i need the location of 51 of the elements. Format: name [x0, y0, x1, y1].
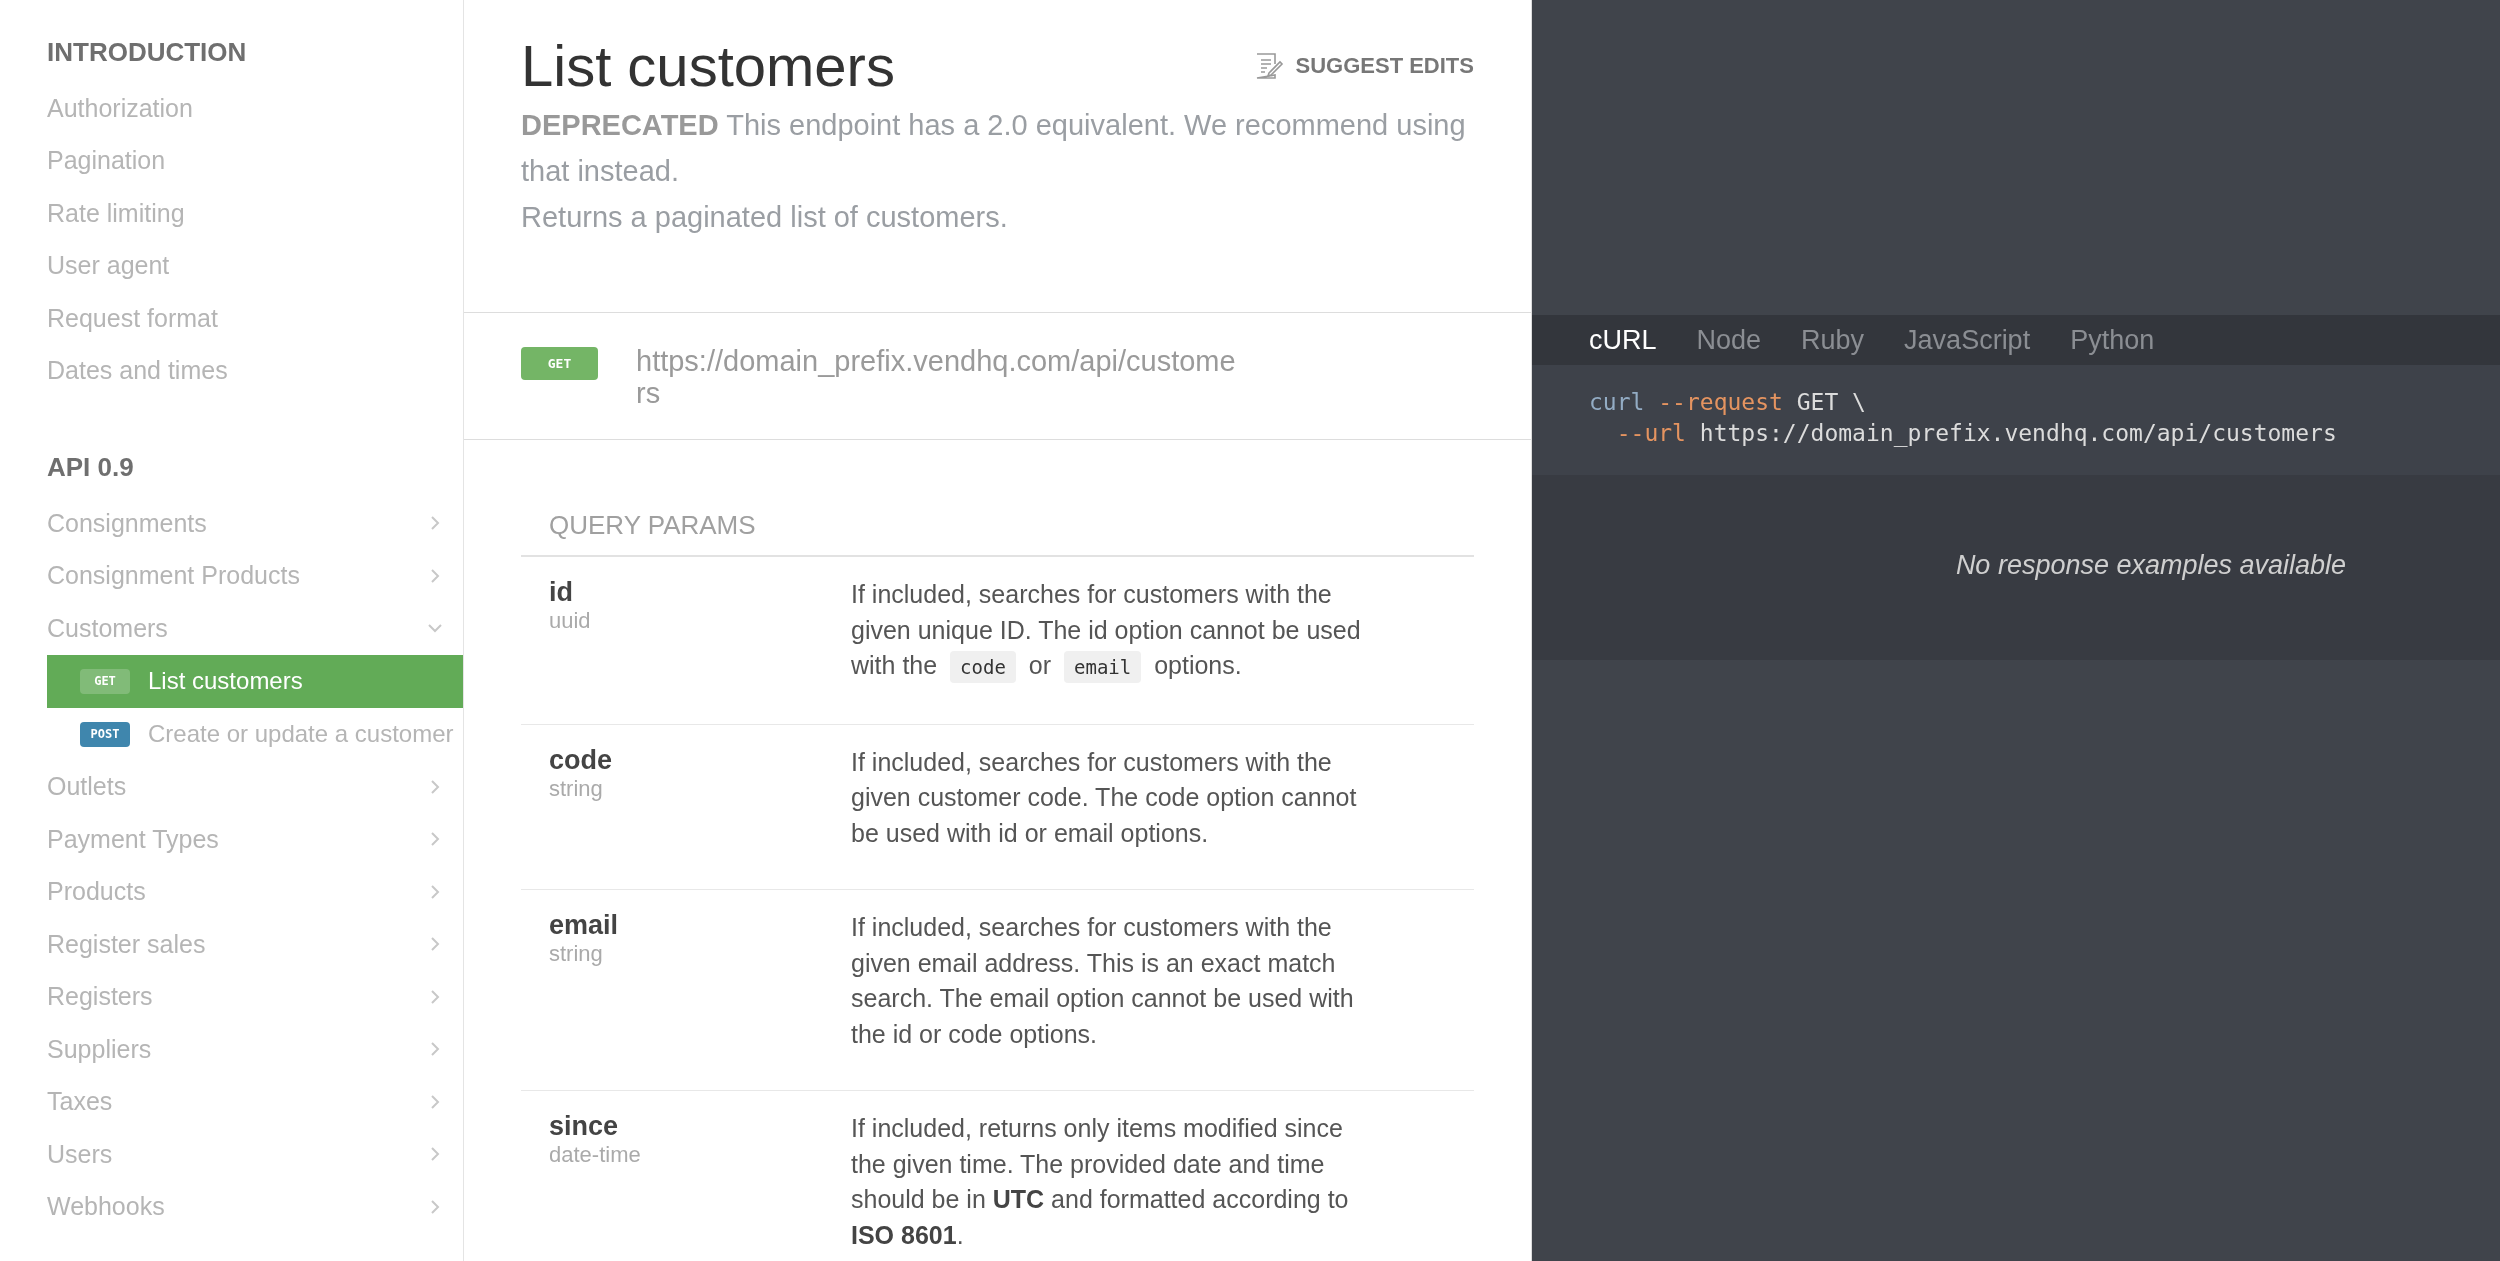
description-text: DEPRECATED This endpoint has a 2.0 equivalent. We recommend using that instead. — [521, 108, 1467, 189]
sidebar-group[interactable]: Registers — [0, 970, 463, 1023]
section-heading: API 0.9 — [46, 451, 134, 484]
sidebar-link[interactable]: Authorization — [47, 93, 193, 123]
language-tab[interactable]: Python — [2070, 324, 2155, 356]
sidebar-group[interactable]: Suppliers — [0, 1023, 463, 1076]
param-name: email — [549, 909, 620, 942]
param-description: If included, returns only items modified since the given time. The provided date and time should be in UTC and formatted according to ISO 8601. — [851, 1113, 1350, 1251]
param-name: code — [549, 743, 614, 777]
sidebar-group[interactable]: Payment Types — [0, 813, 463, 866]
method-badge: GET — [80, 668, 130, 694]
language-tab[interactable]: cURL — [1589, 324, 1657, 356]
description-text: Returns a paginated list of customers. — [521, 200, 1009, 235]
param-type: string — [549, 942, 604, 966]
section-heading: INTRODUCTION — [46, 36, 247, 69]
language-tab[interactable]: Ruby — [1801, 324, 1865, 356]
param-description: If included, searches for customers with the given customer code. The code option cannot be used with id or email options. — [851, 746, 1358, 849]
sidebar-group[interactable]: Outlets — [0, 760, 463, 813]
sidebar-link[interactable]: Request format — [47, 303, 218, 333]
sidebar-group[interactable]: Taxes — [0, 1075, 463, 1128]
sidebar-group[interactable]: Consignment Products — [0, 549, 463, 602]
sidebar-group[interactable]: Webhooks — [0, 1180, 463, 1233]
sidebar-link[interactable]: Pagination — [47, 146, 166, 176]
method-badge: GET — [521, 347, 598, 380]
sidebar-link[interactable]: Rate limiting — [47, 198, 185, 228]
param-type: string — [549, 776, 604, 801]
param-type: date-time — [549, 1143, 642, 1167]
language-tab[interactable]: JavaScript — [1904, 324, 2031, 356]
page-title: List customers — [521, 32, 895, 100]
sidebar-group[interactable]: Consignments — [0, 497, 463, 550]
param-description: If included, searches for customers with the given email address. This is an exact match search. The email option cannot be used with the id or code options. — [851, 912, 1355, 1050]
code-line: --url https://domain_prefix.vendhq.com/api/customers — [1615, 419, 2337, 449]
endpoint-url: https://domain_prefix.vendhq.com/api/customers — [636, 345, 1236, 409]
response-message: No response examples available — [1955, 550, 2347, 581]
code-line: curl --request GET \ — [1589, 388, 1866, 417]
language-tab[interactable]: Node — [1696, 324, 1762, 356]
sidebar-endpoint[interactable]: POST Create or update a customer — [47, 707, 463, 761]
sidebar-group[interactable]: Register sales — [0, 918, 463, 971]
method-badge: POST — [80, 721, 130, 747]
sidebar-link[interactable]: Dates and times — [47, 356, 228, 386]
param-name: id — [549, 576, 574, 609]
param-type: uuid — [549, 609, 592, 633]
sidebar-link[interactable]: User agent — [47, 251, 170, 281]
sidebar-endpoint[interactable]: GET List customers — [47, 654, 463, 708]
sidebar-group[interactable]: Customers — [0, 602, 463, 655]
param-description: If included, searches for customers with the given unique ID. The id option cannot be used with the code or email options. — [851, 577, 1371, 686]
section-heading: QUERY PARAMS — [548, 510, 756, 541]
param-name: since — [549, 1110, 620, 1143]
sidebar-group[interactable]: Users — [0, 1128, 463, 1181]
sidebar-group[interactable]: Products — [0, 865, 463, 918]
suggest-edits-button[interactable]: SUGGEST EDITS — [1253, 51, 1474, 81]
